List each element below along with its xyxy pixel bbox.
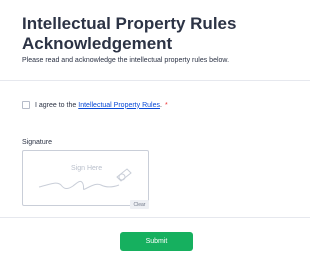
page-subtitle: Please read and acknowledge the intellec… [22,57,230,64]
required-mark: * [164,101,168,109]
header-divider [0,80,310,81]
signature-placeholder: Sign Here [71,165,103,172]
form-header: Intellectual Property Rules Acknowledgem… [22,14,292,65]
consent-prefix: I agree to the [35,101,77,109]
consent-row: I agree to the Intellectual Property Rul… [22,101,168,109]
page-title: Intellectual Property Rules Acknowledgem… [22,14,237,53]
submit-button[interactable]: Submit [120,232,193,251]
signature-label: Signature [22,139,52,146]
clear-signature-button[interactable]: Clear [130,200,149,209]
pen-icon [116,168,132,182]
signature-pad[interactable]: Sign Here [22,150,149,206]
agree-checkbox[interactable] [22,101,30,109]
consent-suffix: . [159,101,162,109]
signature-placeholder-scribble [38,168,132,190]
footer-divider [0,217,310,218]
ip-rules-link[interactable]: Intellectual Property Rules [78,102,160,109]
